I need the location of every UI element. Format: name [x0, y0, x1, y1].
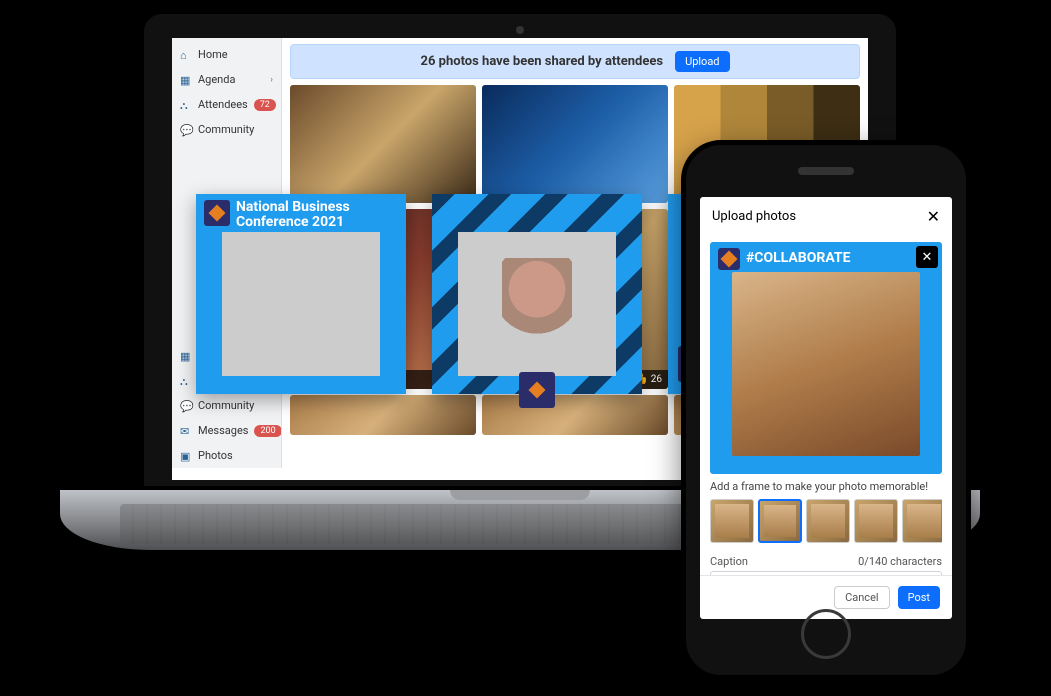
modal-title: Upload photos: [712, 209, 796, 224]
photo-frame-stripes[interactable]: [432, 194, 642, 394]
modal-header: Upload photos ✕: [700, 197, 952, 236]
photo-preview-wrap: #COLLABORATE ✕: [710, 242, 942, 474]
frame-photo: [458, 232, 616, 376]
caption-counter: 0/140 characters: [858, 555, 942, 568]
sidebar-item-label: Messages: [198, 424, 248, 437]
home-icon: ⌂: [180, 49, 192, 61]
photo-card[interactable]: [290, 85, 476, 203]
sidebar-item-community[interactable]: 💬 Community: [172, 117, 281, 142]
frame-picker: [710, 499, 942, 547]
sidebar-item-label: Agenda: [198, 73, 235, 86]
modal-footer: Cancel Post: [700, 575, 952, 619]
frame-hint: Add a frame to make your photo memorable…: [710, 480, 942, 493]
banner-text: 26 photos have been shared by attendees: [420, 54, 663, 69]
upload-banner: 26 photos have been shared by attendees …: [290, 44, 860, 79]
frame-option[interactable]: [710, 499, 754, 543]
badge-count: 72: [254, 99, 276, 111]
modal-body: #COLLABORATE ✕ Add a frame to make your …: [700, 236, 952, 575]
frame-option[interactable]: [854, 499, 898, 543]
caption-label-row: Caption 0/140 characters: [710, 555, 942, 568]
close-icon[interactable]: ✕: [927, 207, 940, 226]
sidebar-item-label: Community: [198, 399, 254, 412]
people-icon: ⛬: [180, 375, 192, 387]
phone-device: Upload photos ✕ #COLLABORATE ✕ Add a fra…: [681, 140, 971, 680]
chat-icon: 💬: [180, 124, 192, 136]
frame-option[interactable]: [902, 499, 942, 543]
sidebar-item-agenda[interactable]: ▦ Agenda ›: [172, 67, 281, 92]
photo-card[interactable]: [290, 395, 476, 435]
sidebar-item-community[interactable]: 💬 Community: [172, 393, 281, 418]
mail-icon: ✉: [180, 425, 192, 437]
preview-hashtag: #COLLABORATE: [746, 250, 850, 266]
badge-count: 200: [254, 425, 281, 437]
cancel-button[interactable]: Cancel: [834, 586, 889, 609]
photo-preview: #COLLABORATE: [710, 242, 942, 474]
frame-option[interactable]: [806, 499, 850, 543]
upload-button[interactable]: Upload: [675, 51, 729, 72]
sidebar-item-attendees[interactable]: ⛬ Attendees 72: [172, 92, 281, 117]
remove-photo-button[interactable]: ✕: [916, 246, 938, 268]
brand-logo-icon: [204, 200, 230, 226]
sidebar-item-label: Photos: [198, 449, 233, 462]
frame-photo: [222, 232, 380, 376]
phone-screen: Upload photos ✕ #COLLABORATE ✕ Add a fra…: [700, 197, 952, 619]
caption-label: Caption: [710, 555, 748, 568]
photo-frame-business[interactable]: National Business Conference 2021: [196, 194, 406, 394]
post-button[interactable]: Post: [898, 586, 940, 609]
chat-icon: 💬: [180, 400, 192, 412]
calendar-icon: ▦: [180, 74, 192, 86]
calendar-icon: ▦: [180, 350, 192, 362]
people-icon: ⛬: [180, 99, 192, 111]
sidebar-item-home[interactable]: ⌂ Home: [172, 42, 281, 67]
brand-logo-icon: [718, 248, 740, 270]
sidebar-item-photos[interactable]: ▣ Photos: [172, 443, 281, 468]
sidebar-item-messages[interactable]: ✉ Messages 200: [172, 418, 281, 443]
photo-card[interactable]: [482, 395, 668, 435]
photo-card[interactable]: [482, 85, 668, 203]
image-icon: ▣: [180, 450, 192, 462]
preview-image: [732, 272, 920, 456]
sidebar-item-label: Home: [198, 48, 228, 61]
chevron-right-icon: ›: [270, 75, 273, 85]
sidebar-item-label: Attendees: [198, 98, 248, 111]
sidebar-item-label: Community: [198, 123, 254, 136]
brand-logo-icon: [519, 372, 555, 408]
frame-title: National Business Conference 2021: [236, 200, 400, 231]
frame-showcase: National Business Conference 2021: [196, 194, 728, 394]
frame-option[interactable]: [758, 499, 802, 543]
